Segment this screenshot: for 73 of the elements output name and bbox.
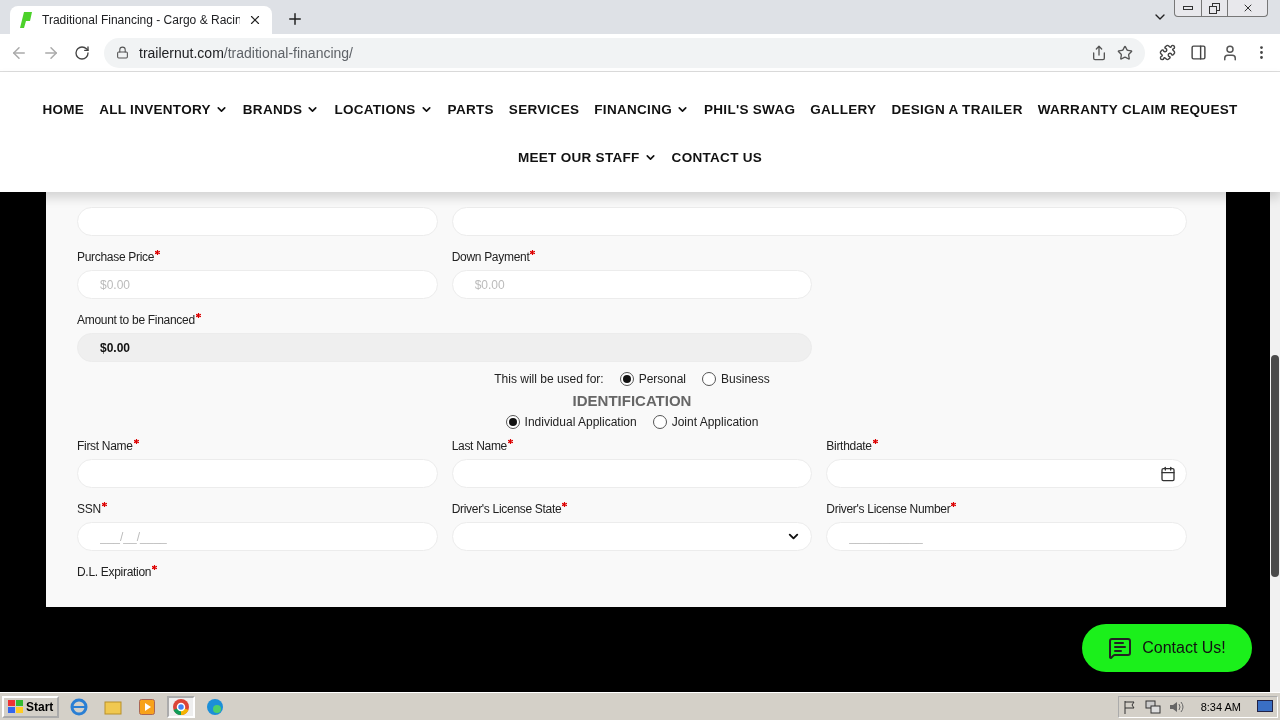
contact-button[interactable]: Contact Us! <box>1082 624 1252 672</box>
chat-icon <box>1108 636 1133 660</box>
field-label: Driver's License Number <box>826 502 1187 516</box>
share-icon[interactable] <box>1091 44 1107 61</box>
field-label: SSN <box>77 502 438 516</box>
nav-link[interactable]: PARTS <box>447 101 494 117</box>
lock-icon <box>116 46 129 59</box>
chrome-icon[interactable] <box>167 695 196 718</box>
required-icon <box>195 313 201 318</box>
required-icon <box>951 502 957 507</box>
clock-text: 8:34 AM <box>1199 700 1242 713</box>
show-desktop-icon[interactable] <box>1257 699 1273 714</box>
address-bar[interactable]: trailernut.com/traditional-financing/ <box>104 37 1145 68</box>
field-label: Amount to be Financed <box>77 313 813 327</box>
nav-link[interactable]: HOME <box>42 101 85 117</box>
radio-option[interactable]: Individual Application <box>505 415 637 429</box>
minimize-icon <box>1183 6 1193 10</box>
reload-icon[interactable] <box>74 44 90 61</box>
field-label: Driver's License State <box>451 502 813 516</box>
radio-option[interactable]: Personal <box>619 372 687 386</box>
required-icon <box>155 250 161 255</box>
new-tab-icon[interactable] <box>286 10 304 28</box>
side-panel-icon[interactable] <box>1190 44 1207 61</box>
field-label: Last Name <box>451 439 813 453</box>
nav-link[interactable]: GALLERY <box>810 101 877 117</box>
date-field[interactable] <box>826 459 1187 488</box>
required-icon <box>508 439 513 444</box>
field-label: First Name <box>77 439 438 453</box>
required-icon <box>530 250 536 255</box>
field-label: D.L. Expiration <box>77 565 438 579</box>
close-icon[interactable] <box>248 13 262 27</box>
section-heading: IDENTIFICATION <box>571 392 693 409</box>
radio-group-label: This will be used for: <box>494 372 604 386</box>
select-field[interactable] <box>451 522 813 551</box>
field-label: Purchase Price <box>77 250 438 264</box>
nav-link[interactable]: ALL INVENTORY <box>99 101 228 117</box>
text-field[interactable]: ___/__/____ <box>77 522 438 551</box>
nav-link[interactable]: BRANDS <box>242 101 320 117</box>
tab-title: Traditional Financing - Cargo & Racin <box>42 13 240 27</box>
text-field[interactable]: $0.00 <box>77 270 438 299</box>
nav-link[interactable]: SERVICES <box>508 101 580 117</box>
field-label: Down Payment <box>451 250 813 264</box>
windows-logo-icon <box>8 699 24 714</box>
required-icon <box>101 502 107 507</box>
network-icon[interactable] <box>1144 699 1161 714</box>
browser-tab[interactable]: Traditional Financing - Cargo & Racin <box>10 6 272 34</box>
nav-link[interactable]: FINANCING <box>594 101 689 117</box>
nav-link[interactable]: WARRANTY CLAIM REQUEST <box>1037 101 1238 117</box>
extensions-icon[interactable] <box>1159 44 1176 61</box>
required-icon <box>152 565 158 570</box>
required-icon <box>562 502 568 507</box>
start-button[interactable]: Start <box>2 695 60 718</box>
required-icon <box>872 439 878 444</box>
field-label: Birthdate <box>826 439 1187 453</box>
url-text: trailernut.com/traditional-financing/ <box>139 44 354 61</box>
nav-link[interactable]: LOCATIONS <box>334 101 433 117</box>
text-field[interactable]: ___________ <box>826 522 1187 551</box>
flag-icon[interactable] <box>1122 699 1137 714</box>
star-icon[interactable] <box>1117 44 1133 61</box>
text-field[interactable]: $0.00 <box>451 270 813 299</box>
logo-icon <box>20 12 34 28</box>
nav-link[interactable]: DESIGN A TRAILER <box>891 101 1023 117</box>
radio-option[interactable]: Business <box>702 372 770 386</box>
calendar-icon <box>1160 465 1176 482</box>
required-icon <box>133 439 139 444</box>
nav-link[interactable]: PHIL'S SWAG <box>704 101 796 117</box>
scrollbar[interactable] <box>1270 192 1280 692</box>
nav-link[interactable]: CONTACT US <box>671 149 763 165</box>
volume-icon[interactable] <box>1168 699 1185 714</box>
amount-field[interactable]: $0.00 <box>77 333 813 362</box>
nav-link[interactable]: MEET OUR STAFF <box>517 149 657 165</box>
radio-option[interactable]: Joint Application <box>652 415 759 429</box>
profile-icon[interactable] <box>1221 43 1239 62</box>
